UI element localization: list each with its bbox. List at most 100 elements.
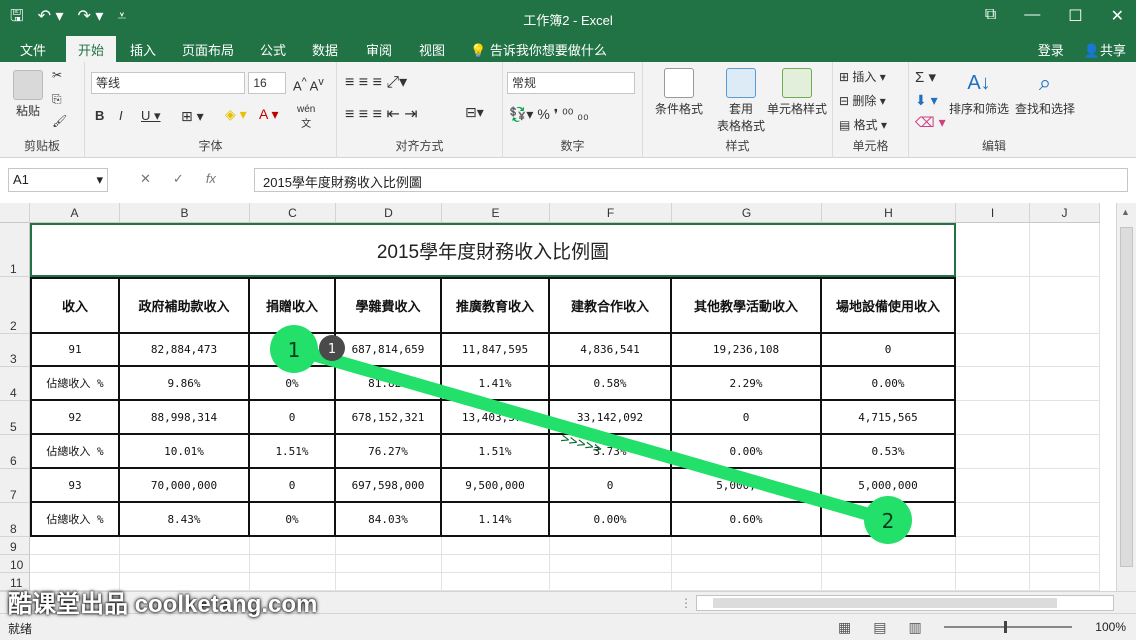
empty-cell[interactable] <box>956 401 1030 435</box>
table-cell[interactable]: 0 <box>250 401 336 435</box>
column-header-d[interactable]: D <box>336 203 442 223</box>
sheet-title-cell[interactable]: 2015學年度財務收入比例圖 <box>30 223 956 277</box>
table-cell[interactable]: 0% <box>250 503 336 537</box>
column-header-b[interactable]: B <box>120 203 250 223</box>
cell-styles-button[interactable]: 单元格样式 <box>763 68 831 117</box>
horizontal-scrollbar[interactable] <box>696 595 1114 611</box>
table-cell[interactable]: 0 <box>250 469 336 503</box>
tab-insert[interactable]: 插入 <box>130 40 156 59</box>
table-cell[interactable]: 93 <box>30 469 120 503</box>
empty-cell[interactable] <box>336 573 442 591</box>
header-cell[interactable]: 建教合作收入 <box>550 277 672 334</box>
zoom-slider-thumb[interactable] <box>1004 621 1007 633</box>
copy-icon[interactable]: ⎘ <box>52 92 62 107</box>
header-cell[interactable]: 捐贈收入 <box>250 277 336 334</box>
empty-cell[interactable] <box>956 223 1030 277</box>
table-cell[interactable]: 0% <box>250 367 336 401</box>
table-cell[interactable]: 1.51% <box>442 435 550 469</box>
align-center-icon[interactable]: ≡ ≡ ≡ ⇤ ⇥ <box>345 104 418 124</box>
row-header-7[interactable]: 7 <box>0 469 30 503</box>
empty-cell[interactable] <box>956 277 1030 334</box>
table-cell[interactable]: 8.43% <box>120 503 250 537</box>
header-cell[interactable]: 推廣教育收入 <box>442 277 550 334</box>
tell-me-box[interactable]: 💡 告诉我你想要做什么 <box>470 40 607 59</box>
page-break-view-icon[interactable]: ▥ <box>908 619 921 636</box>
empty-cell[interactable] <box>336 537 442 555</box>
table-cell[interactable]: 佔總收入 % <box>30 367 120 401</box>
row-header-2[interactable]: 2 <box>0 277 30 334</box>
empty-cell[interactable] <box>1030 367 1100 401</box>
phonetic-icon[interactable]: wén 文 <box>297 104 315 130</box>
zoom-level[interactable]: 100% <box>1095 620 1126 634</box>
empty-cell[interactable] <box>1030 401 1100 435</box>
tab-view[interactable]: 视图 <box>419 40 445 59</box>
merge-center-icon[interactable]: ⊟▾ <box>465 104 484 121</box>
table-cell[interactable]: 5,000,000 <box>672 469 822 503</box>
underline-button[interactable]: U ▾ <box>141 108 161 124</box>
empty-cell[interactable] <box>956 469 1030 503</box>
table-cell[interactable]: 0 <box>250 334 336 367</box>
row-header-8[interactable]: 8 <box>0 503 30 537</box>
empty-cell[interactable] <box>1030 435 1100 469</box>
tab-home[interactable]: 开始 <box>66 36 117 62</box>
table-cell[interactable]: 19,236,108 <box>672 334 822 367</box>
table-cell[interactable]: 0.00% <box>550 503 672 537</box>
table-cell[interactable]: 佔總收入 % <box>30 435 120 469</box>
font-color-icon[interactable]: A ▾ <box>259 106 278 123</box>
clear-icon[interactable]: ⌫ ▾ <box>915 114 946 131</box>
name-box[interactable]: A1 ▾ <box>8 168 108 192</box>
tab-review[interactable]: 审阅 <box>366 40 392 59</box>
empty-cell[interactable] <box>1030 223 1100 277</box>
empty-cell[interactable] <box>550 555 672 573</box>
table-cell[interactable]: 9.86% <box>120 367 250 401</box>
table-cell[interactable]: 84.03% <box>336 503 442 537</box>
column-header-i[interactable]: I <box>956 203 1030 223</box>
table-cell[interactable]: 33,142,092 <box>550 401 672 435</box>
empty-cell[interactable] <box>30 537 120 555</box>
table-cell[interactable]: 0.00% <box>822 367 956 401</box>
table-cell[interactable]: 76.27% <box>336 435 442 469</box>
empty-cell[interactable] <box>956 503 1030 537</box>
insert-cells-button[interactable]: ⊞ 插入 ▾ <box>839 68 886 85</box>
empty-cell[interactable] <box>442 537 550 555</box>
autosum-icon[interactable]: Σ ▾ <box>915 68 936 86</box>
column-header-e[interactable]: E <box>442 203 550 223</box>
empty-cell[interactable] <box>822 573 956 591</box>
sort-filter-button[interactable]: A↓ 排序和筛选 <box>947 68 1011 117</box>
empty-cell[interactable] <box>956 367 1030 401</box>
fill-color-icon[interactable]: ◈ ▾ <box>225 106 247 123</box>
currency-icon[interactable]: 💱▾ % ❜ ⁰⁰ ₀₀ <box>509 106 589 123</box>
header-cell[interactable]: 收入 <box>30 277 120 334</box>
font-grow-icon[interactable]: A^ Av <box>293 76 324 93</box>
cut-icon[interactable]: ✂ <box>52 68 62 82</box>
format-cells-button[interactable]: ▤ 格式 ▾ <box>839 116 887 133</box>
table-cell[interactable]: 0.00% <box>672 435 822 469</box>
table-cell[interactable]: 0.00% <box>822 503 956 537</box>
scroll-up-icon[interactable]: ▲ <box>1121 207 1130 217</box>
empty-cell[interactable] <box>672 555 822 573</box>
header-cell[interactable]: 政府補助款收入 <box>120 277 250 334</box>
paste-button[interactable]: 粘贴 <box>8 70 48 119</box>
vertical-scroll-thumb[interactable] <box>1120 227 1133 567</box>
column-header-j[interactable]: J <box>1030 203 1100 223</box>
column-header-f[interactable]: F <box>550 203 672 223</box>
empty-cell[interactable] <box>956 537 1030 555</box>
bold-button[interactable]: B <box>95 108 104 123</box>
empty-cell[interactable] <box>956 435 1030 469</box>
row-header-9[interactable]: 9 <box>0 537 30 555</box>
font-name-select[interactable]: 等线 <box>91 72 245 94</box>
empty-cell[interactable] <box>822 555 956 573</box>
header-cell[interactable]: 其他教學活動收入 <box>672 277 822 334</box>
empty-cell[interactable] <box>442 555 550 573</box>
table-cell[interactable]: 0.53% <box>822 435 956 469</box>
header-cell[interactable]: 學雜費收入 <box>336 277 442 334</box>
table-cell[interactable]: 92 <box>30 401 120 435</box>
table-cell[interactable]: 13,403,370 <box>442 401 550 435</box>
row-header-3[interactable]: 3 <box>0 334 30 367</box>
table-cell[interactable]: 81.82% <box>336 367 442 401</box>
empty-cell[interactable] <box>250 555 336 573</box>
table-cell[interactable]: 0 <box>822 334 956 367</box>
table-cell[interactable]: 0 <box>672 401 822 435</box>
fill-icon[interactable]: ⬇ ▾ <box>915 92 938 109</box>
minimize-button[interactable]: — <box>1024 6 1040 26</box>
